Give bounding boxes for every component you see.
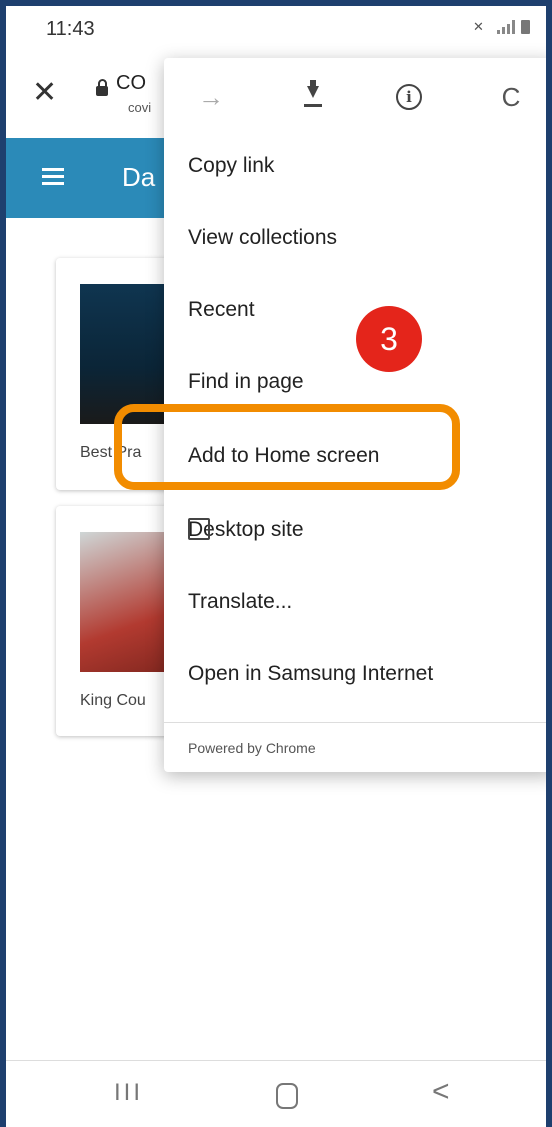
- back-icon[interactable]: <: [432, 1075, 450, 1109]
- app-title: Da: [122, 162, 156, 192]
- refresh-icon[interactable]: C: [494, 80, 528, 114]
- mute-icon: ✕: [473, 19, 484, 34]
- card-label: King Cou: [80, 692, 146, 709]
- battery-icon: [521, 20, 530, 34]
- menu-item-label: Translate...: [188, 590, 293, 613]
- menu-item-desktop-site[interactable]: Desktop site: [164, 498, 546, 570]
- menu-item-view-collections[interactable]: View collections: [164, 206, 546, 278]
- status-bar: 11:43 ✕: [6, 6, 546, 50]
- phone-screen: 11:43 ✕ ✕ CO covi Da Best Pra King Cou →: [0, 0, 552, 1127]
- status-icons: ✕: [473, 20, 530, 34]
- status-time: 11:43: [46, 18, 95, 40]
- step-badge: 3: [356, 306, 422, 372]
- menu-item-label: Find in page: [188, 370, 304, 393]
- menu-item-open-in-samsung-internet[interactable]: Open in Samsung Internet: [164, 642, 546, 714]
- menu-item-translate[interactable]: Translate...: [164, 570, 546, 642]
- highlight-box: [114, 404, 460, 490]
- close-icon[interactable]: ✕: [32, 78, 57, 108]
- info-icon[interactable]: i: [392, 80, 426, 114]
- download-icon[interactable]: [296, 80, 330, 114]
- url-domain[interactable]: covi: [128, 100, 151, 115]
- desktop-site-checkbox[interactable]: [188, 518, 210, 540]
- menu-item-label: Recent: [188, 298, 255, 321]
- lock-icon[interactable]: [96, 79, 108, 96]
- signal-icon: [497, 20, 515, 34]
- menu-toolbar: → i C: [164, 58, 546, 138]
- recents-icon[interactable]: III: [114, 1079, 143, 1107]
- hamburger-menu-icon[interactable]: [42, 168, 64, 186]
- forward-arrow-icon[interactable]: →: [194, 80, 228, 114]
- system-nav-bar: III <: [6, 1061, 546, 1127]
- menu-item-label: Copy link: [188, 154, 275, 177]
- home-icon[interactable]: [276, 1083, 298, 1109]
- powered-by-label: Powered by Chrome: [188, 740, 316, 756]
- menu-item-label: Open in Samsung Internet: [188, 662, 434, 685]
- menu-divider: [164, 722, 546, 723]
- menu-item-label: View collections: [188, 226, 338, 249]
- menu-item-copy-link[interactable]: Copy link: [164, 134, 546, 206]
- url-title[interactable]: CO: [116, 72, 146, 95]
